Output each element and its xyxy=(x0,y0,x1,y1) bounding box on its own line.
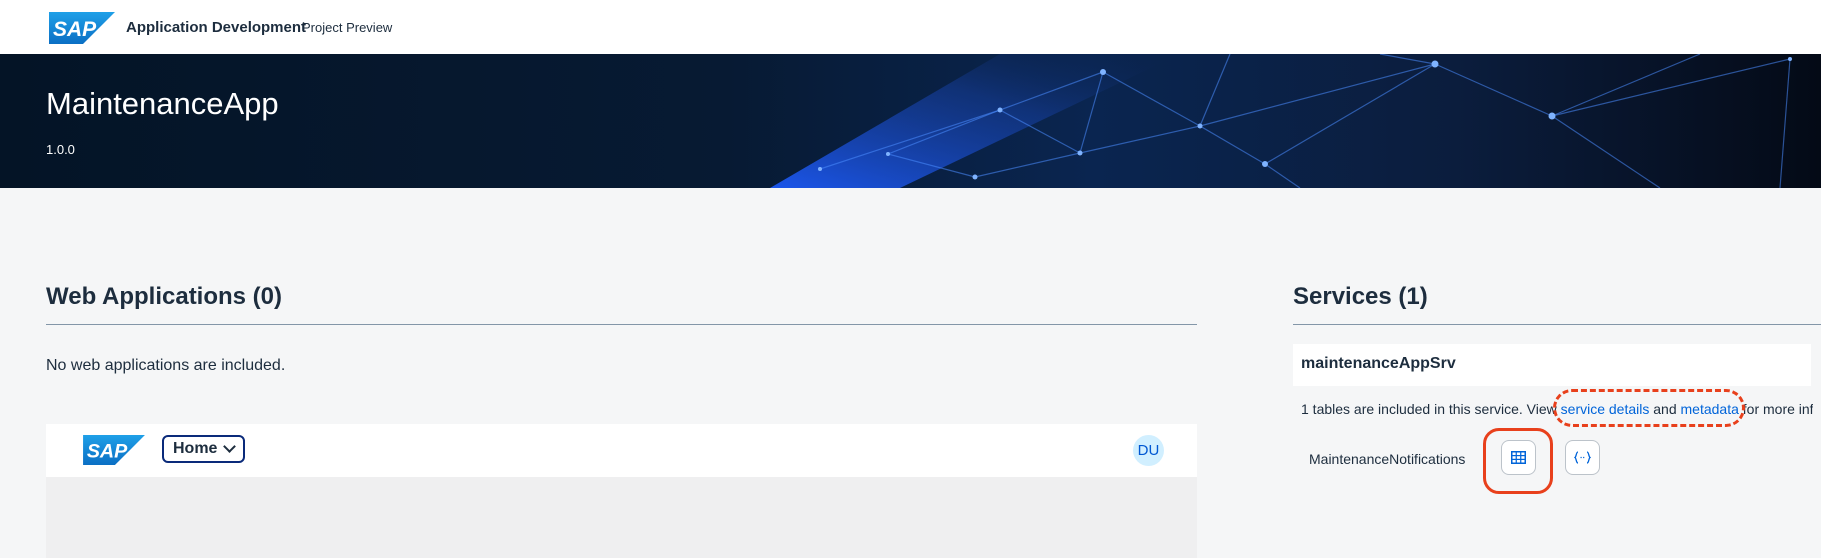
view-json-button[interactable] xyxy=(1565,440,1600,475)
home-menu-label: Home xyxy=(173,440,218,457)
sap-logo[interactable]: SAP xyxy=(49,12,115,44)
web-applications-divider xyxy=(46,324,1197,325)
app-subtitle: Project Preview xyxy=(302,20,393,35)
service-name: maintenanceAppSrv xyxy=(1301,355,1456,372)
service-description-prefix: 1 tables are included in this service. V… xyxy=(1301,401,1561,417)
services-title: Services (1) xyxy=(1293,283,1428,310)
entity-name: MaintenanceNotifications xyxy=(1309,451,1466,467)
web-applications-empty-message: No web applications are included. xyxy=(46,357,286,374)
home-menu-button[interactable]: Home xyxy=(162,435,246,463)
app-preview-frame: SAP Home DU xyxy=(46,424,1197,558)
sap-logo[interactable]: SAP xyxy=(83,435,145,465)
svg-text:SAP: SAP xyxy=(87,441,128,463)
hero-banner: MaintenanceApp 1.0.0 xyxy=(0,54,1821,188)
svg-text:SAP: SAP xyxy=(53,18,97,41)
preview-shell-bar: SAP Home DU xyxy=(46,424,1197,477)
annotation-highlight-dashed xyxy=(1553,389,1745,427)
services-divider xyxy=(1293,324,1821,325)
app-name: MaintenanceApp xyxy=(46,86,279,121)
app-title: Application Development xyxy=(126,19,307,36)
service-description-suffix: for more information. xyxy=(1742,401,1813,417)
app-version: 1.0.0 xyxy=(46,142,75,157)
shell-bar: SAP Application Development Project Prev… xyxy=(0,0,1821,55)
annotation-highlight-circle xyxy=(1483,428,1553,494)
chevron-down-icon xyxy=(223,440,237,453)
web-applications-title: Web Applications (0) xyxy=(46,283,283,310)
code-braces-icon xyxy=(1574,451,1591,464)
user-avatar[interactable]: DU xyxy=(1133,435,1164,466)
service-card: maintenanceAppSrv xyxy=(1293,344,1811,386)
